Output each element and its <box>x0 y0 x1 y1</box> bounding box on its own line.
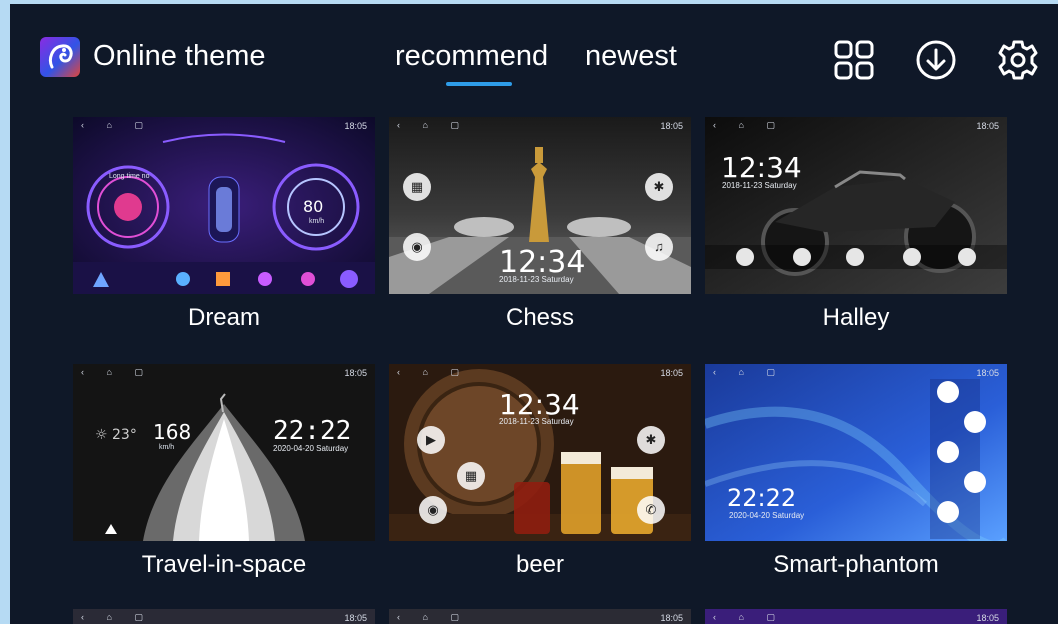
theme-card-smart-phantom[interactable]: ‹ ⌂ ▢ 18:05 22:22 2020-04-20 Saturday Sm… <box>705 364 1007 578</box>
nav-icons: ‹ ⌂ ▢ <box>397 120 469 130</box>
app-logo <box>40 37 80 77</box>
status-time: 18:05 <box>344 121 367 131</box>
grid-icon[interactable] <box>832 38 876 82</box>
status-time: 18:05 <box>344 368 367 378</box>
theme-card-partial[interactable]: ‹ ⌂ ▢ 18:05 <box>73 609 375 624</box>
status-bar: ‹ ⌂ ▢ 18:05 <box>73 364 375 382</box>
theme-card-travel-in-space[interactable]: ‹ ⌂ ▢ 18:05 ☼ 23° 168 km/h 22:22 2020-04… <box>73 364 375 578</box>
status-time: 18:05 <box>660 368 683 378</box>
apps-shortcut-icon: ▦ <box>403 173 431 201</box>
theme-date: 2018-11-23 Saturday <box>499 275 574 284</box>
theme-label[interactable]: Chess <box>389 304 691 332</box>
status-time: 18:05 <box>344 613 367 623</box>
theme-card-dream[interactable]: ‹ ⌂ ▢ 18:05 Long time no 80 km/h Dream <box>73 117 375 331</box>
theme-label[interactable]: Dream <box>73 304 375 332</box>
status-bar: ‹ ⌂ ▢ 18:05 <box>389 117 691 135</box>
settings-icon[interactable] <box>996 38 1040 82</box>
tab-recommend[interactable]: recommend <box>395 40 548 73</box>
download-icon[interactable] <box>914 38 958 82</box>
apps-shortcut-icon: ▦ <box>457 462 485 490</box>
theme-label[interactable]: beer <box>389 551 691 579</box>
theme-clock: 22:22 <box>727 484 797 512</box>
bluetooth-shortcut-icon: ✱ <box>645 173 673 201</box>
theme-label[interactable]: Travel-in-space <box>73 551 375 579</box>
temperature-value: 23° <box>112 427 137 443</box>
status-bar: ‹ ⌂ ▢ 18:05 <box>705 117 1007 135</box>
theme-speed: 168 <box>153 420 192 444</box>
nav-icons: ‹ ⌂ ▢ <box>713 120 785 130</box>
theme-card-partial[interactable]: ‹ ⌂ ▢ 18:05 <box>705 609 1007 624</box>
theme-thumbnail[interactable]: ‹ ⌂ ▢ 18:05 12:34 2018-11-23 Saturday <box>705 117 1007 294</box>
theme-card-chess[interactable]: ‹ ⌂ ▢ 18:05 ▦ ✱ ◉ ♫ 12:34 2018-11-23 Sat… <box>389 117 691 331</box>
theme-speed-unit: km/h <box>159 444 175 451</box>
theme-card-beer[interactable]: ‹ ⌂ ▢ 18:05 ▶ ▦ ✱ ◉ ✆ 12:34 2018-11-23 S… <box>389 364 691 578</box>
theme-speed: 80 <box>303 197 324 216</box>
theme-card-partial[interactable]: ‹ ⌂ ▢ 18:05 <box>389 609 691 624</box>
status-bar: ‹ ⌂ ▢ 18:05 <box>389 364 691 382</box>
nav-icons: ‹ ⌂ ▢ <box>81 612 153 622</box>
status-time: 18:05 <box>660 613 683 623</box>
theme-date: 2018-11-23 Saturday <box>499 417 574 426</box>
theme-thumbnail[interactable]: ‹ ⌂ ▢ 18:05 Long time no 80 km/h <box>73 117 375 294</box>
app-window: Online theme recommend newest ‹ ⌂ ▢ 18:0… <box>10 4 1058 624</box>
theme-thumbnail[interactable]: ‹ ⌂ ▢ 18:05 ▶ ▦ ✱ ◉ ✆ 12:34 2018-11-23 S… <box>389 364 691 541</box>
theme-thumbnail[interactable]: ‹ ⌂ ▢ 18:05 ▦ ✱ ◉ ♫ 12:34 2018-11-23 Sat… <box>389 117 691 294</box>
tab-newest[interactable]: newest <box>585 40 677 73</box>
bluetooth-shortcut-icon: ✱ <box>637 426 665 454</box>
header: Online theme recommend newest <box>10 4 1058 104</box>
video-shortcut-icon: ▶ <box>417 426 445 454</box>
theme-thumbnail[interactable]: ‹ ⌂ ▢ 18:05 ☼ 23° 168 km/h 22:22 2020-04… <box>73 364 375 541</box>
theme-label[interactable]: Halley <box>705 304 1007 332</box>
nav-icons: ‹ ⌂ ▢ <box>397 612 469 622</box>
theme-date: 2018-11-23 Saturday <box>722 181 797 190</box>
nav-icons: ‹ ⌂ ▢ <box>81 367 153 377</box>
theme-clock: 22:22 <box>273 416 352 446</box>
theme-date: 2020-04-20 Saturday <box>273 444 349 453</box>
status-bar: ‹ ⌂ ▢ 18:05 <box>73 117 375 135</box>
theme-temperature: ☼ 23° <box>95 427 137 443</box>
status-time: 18:05 <box>660 121 683 131</box>
theme-label[interactable]: Smart-phantom <box>705 551 1007 579</box>
theme-left-text: Long time no <box>109 173 150 180</box>
status-bar: ‹ ⌂ ▢ 18:05 <box>389 609 691 624</box>
active-tab-indicator <box>446 82 512 86</box>
theme-thumbnail[interactable]: ‹ ⌂ ▢ 18:05 22:22 2020-04-20 Saturday <box>705 364 1007 541</box>
status-bar: ‹ ⌂ ▢ 18:05 <box>705 364 1007 382</box>
nav-icons: ‹ ⌂ ▢ <box>713 367 785 377</box>
theme-speed-unit: km/h <box>309 218 325 225</box>
browser-shortcut-icon: ◉ <box>403 233 431 261</box>
page-title: Online theme <box>93 40 266 72</box>
status-time: 18:05 <box>976 613 999 623</box>
chameleon-logo-icon <box>48 44 73 69</box>
browser-shortcut-icon: ◉ <box>419 496 447 524</box>
nav-icons: ‹ ⌂ ▢ <box>81 120 153 130</box>
nav-icons: ‹ ⌂ ▢ <box>397 367 469 377</box>
nav-icons: ‹ ⌂ ▢ <box>713 612 785 622</box>
theme-card-halley[interactable]: ‹ ⌂ ▢ 18:05 12:34 2018-11-23 Saturday Ha… <box>705 117 1007 331</box>
phone-shortcut-icon: ✆ <box>637 496 665 524</box>
theme-date: 2020-04-20 Saturday <box>729 511 805 520</box>
theme-clock: 12:34 <box>721 151 802 184</box>
status-time: 18:05 <box>976 121 999 131</box>
status-bar: ‹ ⌂ ▢ 18:05 <box>705 609 1007 624</box>
status-time: 18:05 <box>976 368 999 378</box>
music-shortcut-icon: ♫ <box>645 233 673 261</box>
status-bar: ‹ ⌂ ▢ 18:05 <box>73 609 375 624</box>
